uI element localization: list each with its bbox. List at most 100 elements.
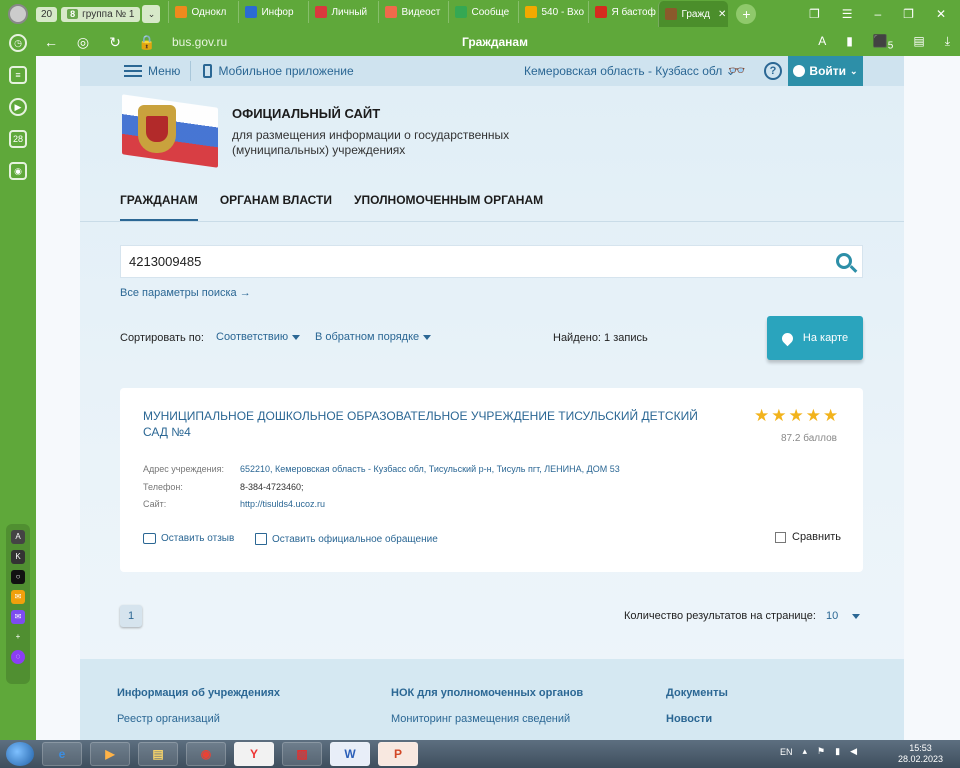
calendar-icon[interactable]: 28 <box>9 130 27 148</box>
close-button[interactable]: ✕ <box>936 7 946 21</box>
footer-link[interactable]: Информация об учреждениях <box>117 687 280 699</box>
screenshot-icon[interactable]: ◉ <box>9 162 27 180</box>
all-search-params-link[interactable]: Все параметры поиска → <box>120 287 251 299</box>
start-button[interactable] <box>6 742 34 766</box>
flag-icon[interactable]: ⚑ <box>817 746 825 757</box>
minimize-button[interactable]: – <box>874 7 881 21</box>
page-1-button[interactable]: 1 <box>120 605 142 627</box>
result-card: МУНИЦИПАЛЬНОЕ ДОШКОЛЬНОЕ ОБРАЗОВАТЕЛЬНОЕ… <box>120 388 863 572</box>
tray-arrow-icon[interactable]: ▴ <box>803 746 808 757</box>
chevron-down-icon[interactable] <box>852 614 860 619</box>
yandex-browser-icon[interactable]: Y <box>234 742 274 766</box>
app-a-icon[interactable]: A <box>11 530 25 544</box>
back-icon[interactable]: ← <box>40 34 62 50</box>
result-title-link[interactable]: МУНИЦИПАЛЬНОЕ ДОШКОЛЬНОЕ ОБРАЗОВАТЕЛЬНОЕ… <box>143 408 723 440</box>
app-messenger-icon[interactable]: ✉ <box>11 610 25 624</box>
ie-icon[interactable]: e <box>42 742 82 766</box>
translate-icon[interactable]: A <box>818 34 826 51</box>
site-footer: Информация об учреждениях Реестр организ… <box>80 659 904 740</box>
address-label: Адрес учреждения: <box>143 464 225 474</box>
reload-icon[interactable]: ↻ <box>104 34 126 51</box>
map-button[interactable]: На карте <box>767 316 863 360</box>
network-icon[interactable]: ▮ <box>835 746 840 757</box>
search-input[interactable]: 4213009485 <box>120 245 863 278</box>
website-link[interactable]: http://tisulds4.ucoz.ru <box>240 499 325 509</box>
language-indicator[interactable]: EN <box>780 747 793 757</box>
comment-icon <box>143 533 156 544</box>
tab-label: Я бастоф <box>611 6 656 18</box>
footer-link[interactable]: Реестр организаций <box>117 713 220 725</box>
history-icon[interactable]: ◷ <box>9 34 27 52</box>
clock[interactable]: 15:53 28.02.2023 <box>898 743 943 765</box>
tab-group-dropdown[interactable]: ⌄ <box>142 5 161 23</box>
app-k-icon[interactable]: K <box>11 550 25 564</box>
footer-link[interactable]: Документы <box>666 687 728 699</box>
browser-tab[interactable]: Я бастоф <box>588 1 658 23</box>
file-explorer-icon[interactable]: ▤ <box>138 742 178 766</box>
media-player-icon[interactable]: ▶ <box>90 742 130 766</box>
site-container: Меню Мобильное приложение Кемеровская об… <box>80 56 904 740</box>
volume-icon[interactable]: ◀ <box>850 746 857 757</box>
footer-link[interactable]: Мониторинг размещения сведений <box>391 713 570 725</box>
footer-link[interactable]: НОК для уполномоченных органов <box>391 687 583 699</box>
help-icon[interactable]: ? <box>764 62 782 80</box>
profile-icon[interactable]: ◎ <box>72 34 94 51</box>
browser-menu-icon[interactable] <box>0 0 36 28</box>
assistant-icon[interactable]: ◌ <box>11 650 25 664</box>
browser-tab[interactable]: Видеост <box>378 1 448 23</box>
browser-tab[interactable]: Личный <box>308 1 378 23</box>
new-tab-button[interactable]: + <box>736 4 757 24</box>
sidebar-icon[interactable]: ▤ <box>913 34 924 51</box>
site-title: ОФИЦИАЛЬНЫЙ САЙТ <box>232 106 381 121</box>
powerpoint-icon[interactable]: P <box>378 742 418 766</box>
collections-icon[interactable]: ≡ <box>9 66 27 84</box>
compare-checkbox[interactable]: Сравнить <box>775 531 841 543</box>
site-subtitle: для размещения информации о государствен… <box>232 128 510 157</box>
star-icon: ★ <box>788 406 804 425</box>
video-icon[interactable]: ▶ <box>9 98 27 116</box>
site-logo[interactable] <box>122 94 218 168</box>
app-mail-icon[interactable]: ✉ <box>11 590 25 604</box>
search-icon[interactable] <box>836 253 852 269</box>
extension-icon[interactable]: ⬛5 <box>873 34 894 51</box>
nav-authorities[interactable]: ОРГАНАМ ВЛАСТИ <box>220 193 332 221</box>
sort-by-dropdown[interactable]: Соответствию <box>216 331 301 343</box>
bookmarks-icon[interactable]: ❐ <box>809 7 820 21</box>
checkbox-icon[interactable] <box>775 531 786 543</box>
tab-label: Однокл <box>191 6 227 18</box>
browser-tab[interactable]: Сообще <box>448 1 518 23</box>
maximize-button[interactable]: ❐ <box>903 7 914 21</box>
tab-count[interactable]: 20 <box>36 6 58 22</box>
footer-link[interactable]: Новости <box>666 713 712 725</box>
region-selector[interactable]: Кемеровская область - Кузбасс обл ⌄ <box>524 64 736 78</box>
star-icon: ★ <box>805 406 821 425</box>
sort-order-dropdown[interactable]: В обратном порядке <box>315 331 432 343</box>
accessibility-icon[interactable]: 👓 <box>728 62 745 79</box>
login-button[interactable]: Войти ⌄ <box>788 56 863 86</box>
official-appeal-label: Оставить официальное обращение <box>272 533 438 545</box>
browser-tab[interactable]: Инфор <box>238 1 308 23</box>
per-page-select[interactable]: 10 <box>826 610 838 622</box>
add-app-icon[interactable]: + <box>11 630 25 644</box>
nav-authorized-bodies[interactable]: УПОЛНОМОЧЕННЫМ ОРГАНАМ <box>354 193 543 221</box>
browser-tab[interactable]: Гражд ✕ <box>658 1 729 27</box>
notifications-icon[interactable]: ☰ <box>842 7 853 21</box>
close-tab-icon[interactable]: ✕ <box>718 9 726 20</box>
paint-icon[interactable]: ▨ <box>282 742 322 766</box>
menu-button[interactable]: Меню <box>124 64 180 78</box>
browser-tab[interactable]: 540 - Вхо <box>518 1 588 23</box>
word-icon[interactable]: W <box>330 742 370 766</box>
address-value[interactable]: 652210, Кемеровская область - Кузбасс об… <box>240 464 620 474</box>
mobile-app-link[interactable]: Мобильное приложение <box>203 64 354 78</box>
download-icon[interactable]: ⤓ <box>945 34 950 51</box>
browser-tab[interactable]: Однокл <box>168 1 238 23</box>
chrome-icon[interactable]: ◉ <box>186 742 226 766</box>
url-field[interactable]: bus.gov.ru <box>172 35 227 49</box>
bookmark-icon[interactable]: ▮ <box>846 34 853 51</box>
app-circle-icon[interactable]: ○ <box>11 570 25 584</box>
leave-review-label: Оставить отзыв <box>161 533 235 544</box>
nav-citizens[interactable]: ГРАЖДАНАМ <box>120 193 198 221</box>
tab-group[interactable]: 8 группа № 1 <box>61 6 141 22</box>
leave-review-button[interactable]: Оставить отзыв <box>143 533 234 544</box>
official-appeal-button[interactable]: Оставить официальное обращение <box>255 533 438 545</box>
